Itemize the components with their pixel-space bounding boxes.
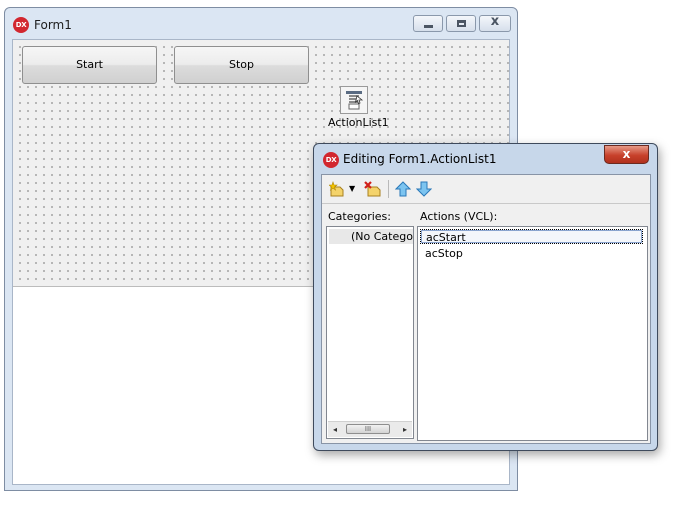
editor-titlebar[interactable]: DX Editing Form1.ActionList1 x bbox=[314, 144, 657, 172]
minimize-button[interactable] bbox=[413, 15, 443, 32]
form1-titlebar[interactable]: DX Form1 x bbox=[5, 8, 517, 39]
stop-button[interactable]: Stop bbox=[174, 46, 309, 84]
minimize-icon bbox=[424, 25, 433, 28]
maximize-icon bbox=[457, 20, 466, 27]
editor-close-button[interactable]: x bbox=[604, 145, 649, 164]
close-icon: x bbox=[622, 147, 631, 161]
action-list-editor-dialog: DX Editing Form1.ActionList1 x ▼ Categor… bbox=[313, 143, 658, 451]
category-label: (No Category) bbox=[351, 230, 413, 243]
form1-title: Form1 bbox=[34, 18, 72, 32]
new-action-icon[interactable] bbox=[328, 180, 345, 198]
move-down-icon[interactable] bbox=[415, 180, 433, 198]
dropdown-arrow-icon[interactable]: ▼ bbox=[349, 180, 359, 198]
maximize-button[interactable] bbox=[446, 15, 476, 32]
dx-logo-icon: DX bbox=[323, 152, 339, 168]
close-button[interactable]: x bbox=[479, 14, 511, 32]
toolbar-separator bbox=[388, 180, 389, 198]
action-list-label: ActionList1 bbox=[328, 116, 389, 129]
editor-body: ▼ Categories: Actions (VCL): (No Catego … bbox=[321, 174, 651, 444]
action-list-icon[interactable] bbox=[340, 86, 368, 114]
delete-action-icon[interactable] bbox=[364, 180, 382, 198]
list-item[interactable]: acStop bbox=[420, 246, 643, 261]
list-item[interactable]: (No Category) bbox=[329, 229, 413, 244]
actions-list[interactable]: acStart acStop bbox=[417, 226, 648, 441]
horizontal-scrollbar[interactable]: ◂ III ▸ bbox=[328, 421, 412, 437]
scroll-left-icon[interactable]: ◂ bbox=[328, 422, 342, 437]
close-icon: x bbox=[490, 14, 500, 29]
list-item[interactable]: acStart bbox=[420, 229, 643, 244]
scroll-right-icon[interactable]: ▸ bbox=[398, 422, 412, 437]
actions-label: Actions (VCL): bbox=[420, 210, 498, 223]
categories-label: Categories: bbox=[328, 210, 391, 223]
dx-logo-icon: DX bbox=[13, 17, 29, 33]
start-button[interactable]: Start bbox=[22, 46, 157, 84]
move-up-icon[interactable] bbox=[394, 180, 412, 198]
editor-toolbar: ▼ bbox=[322, 175, 650, 204]
scrollbar-thumb[interactable]: III bbox=[346, 424, 390, 434]
editor-title: Editing Form1.ActionList1 bbox=[343, 152, 497, 166]
categories-list[interactable]: (No Category) ◂ III ▸ bbox=[326, 226, 414, 439]
